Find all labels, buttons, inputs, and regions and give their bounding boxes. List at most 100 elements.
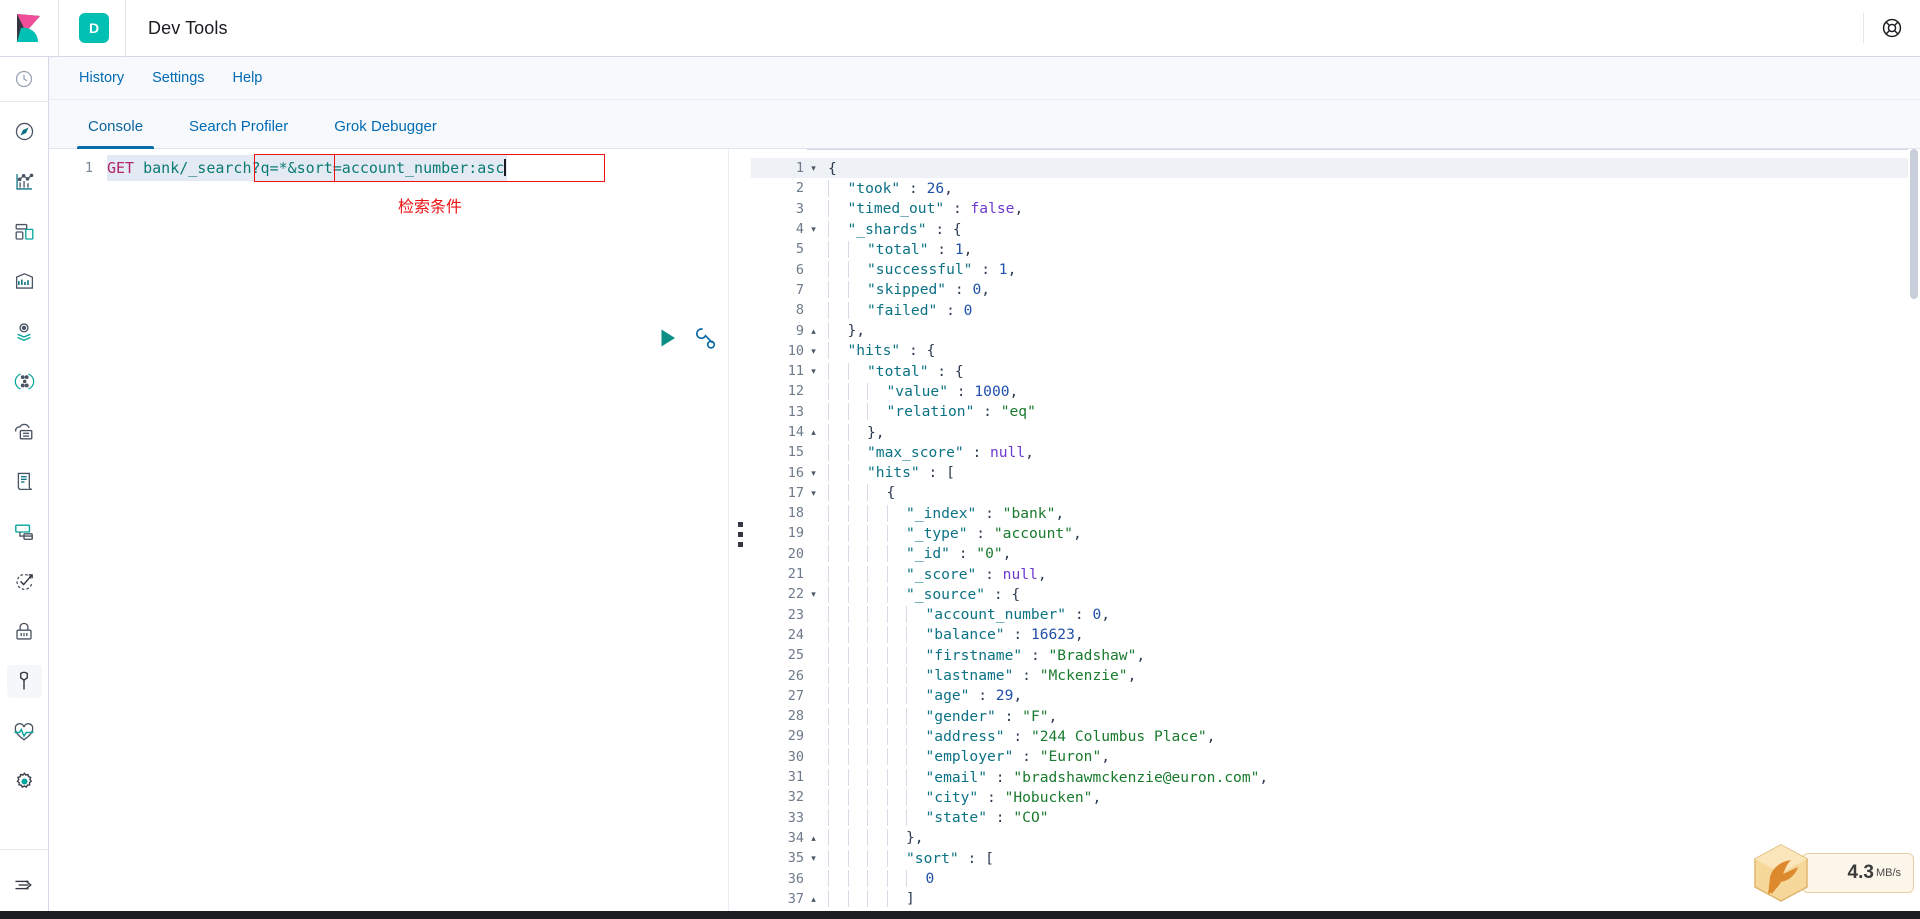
- indent-guide: [886, 849, 888, 867]
- sidebar-item-discover[interactable]: [0, 111, 49, 152]
- indent-guide: [867, 382, 868, 400]
- response-line: 5 "total" : 1,: [751, 239, 1920, 259]
- indent-guide: [847, 727, 849, 745]
- sidebar-item-monitoring[interactable]: [0, 711, 49, 752]
- sidebar-item-recently-viewed[interactable]: [0, 57, 49, 101]
- json-token: :: [948, 382, 975, 400]
- kibana-logo-icon: [17, 14, 40, 42]
- response-line-number: 23: [787, 606, 804, 623]
- response-line-number: 13: [787, 403, 804, 420]
- json-token: "address": [925, 727, 1005, 745]
- response-line: 32 "city" : "Hobucken",: [751, 787, 1920, 807]
- sidebar-item-dev-tools[interactable]: [0, 661, 49, 702]
- sidebar-item-management[interactable]: [0, 761, 49, 802]
- download-manager-widget[interactable]: 4.3 MB/s: [1746, 837, 1914, 907]
- send-request-play-button[interactable]: [657, 327, 679, 349]
- sidebar-item-logs[interactable]: [0, 461, 49, 502]
- json-token: :: [949, 545, 977, 563]
- indent-guide: [906, 809, 907, 827]
- fold-toggle-icon[interactable]: ▾: [807, 584, 820, 604]
- json-token: :: [972, 261, 999, 279]
- json-token: "value": [886, 382, 949, 400]
- kibana-logo[interactable]: [0, 0, 59, 57]
- sidebar-item-machine-learning[interactable]: [0, 411, 49, 452]
- indent-guide: [906, 646, 907, 664]
- fold-toggle-icon[interactable]: ▾: [807, 341, 820, 361]
- json-token: :: [1004, 727, 1031, 745]
- output-scrollbar[interactable]: [1908, 149, 1920, 919]
- heartbeat-icon: [14, 722, 34, 741]
- sidebar-item-canvas[interactable]: [0, 261, 49, 302]
- fold-toggle-icon[interactable]: ▴: [807, 828, 820, 848]
- sidebar-item-graph[interactable]: [0, 361, 49, 402]
- json-token: },: [906, 829, 924, 847]
- fold-toggle-icon[interactable]: ▾: [807, 848, 820, 868]
- menu-item-history[interactable]: History: [67, 70, 138, 86]
- sidebar-item-visualize[interactable]: [0, 161, 49, 202]
- tab-grok-debugger[interactable]: Grok Debugger: [323, 118, 448, 148]
- indent-guide: [886, 870, 888, 888]
- json-token: "Hobucken": [1004, 788, 1093, 806]
- json-token: "state": [925, 809, 988, 827]
- sidebar-item-infrastructure[interactable]: [0, 511, 49, 552]
- indent-guide: [828, 849, 829, 867]
- response-line: 35 ▾ "sort" : [: [751, 848, 1920, 868]
- fold-toggle-icon[interactable]: ▴: [807, 422, 820, 442]
- fold-toggle-icon[interactable]: ▴: [807, 889, 820, 909]
- response-line-number: 9: [795, 322, 804, 339]
- fold-toggle-icon[interactable]: ▾: [807, 361, 820, 381]
- json-token: "_index": [906, 504, 977, 522]
- json-token: "timed_out": [847, 200, 945, 218]
- fold-toggle-icon[interactable]: ▾: [807, 158, 820, 178]
- indent-guide: [828, 281, 829, 299]
- json-token: :: [1066, 606, 1093, 624]
- json-token: 0: [963, 301, 973, 319]
- sidebar-item-collapse[interactable]: [0, 864, 49, 905]
- output-scrollbar-thumb[interactable]: [1910, 149, 1918, 299]
- response-line: 12 "value" : 1000,: [751, 381, 1920, 401]
- sidebar-item-uptime[interactable]: [0, 561, 49, 602]
- sidebar-item-security[interactable]: [0, 611, 49, 652]
- indent-guide: [828, 362, 829, 380]
- sidebar-item-maps[interactable]: [0, 311, 49, 352]
- json-token: "email": [925, 768, 988, 786]
- indent-guide: [828, 707, 829, 725]
- indent-guide: [828, 382, 829, 400]
- infrastructure-icon: [15, 524, 33, 540]
- response-line-text: 0: [820, 870, 935, 888]
- indent-guide: [906, 748, 907, 766]
- pane-resizer-handle[interactable]: [729, 149, 751, 919]
- json-token: :: [1013, 667, 1040, 685]
- response-json-viewer[interactable]: 1 ▾{2 "took" : 26, 3 "timed_out" : false, 4 ▾ "…: [751, 149, 1920, 919]
- response-output-pane[interactable]: 1 ▾{2 "took" : 26, 3 "timed_out" : false, 4 ▾ "…: [751, 149, 1920, 919]
- download-speed-unit: MB/s: [1875, 867, 1901, 879]
- request-options-wrench-button[interactable]: [693, 327, 717, 349]
- json-token: "relation": [886, 403, 975, 421]
- response-line-text: },: [820, 322, 865, 340]
- main-content: History Settings Help Console Search Pro…: [49, 57, 1920, 919]
- indent-guide: [828, 829, 829, 847]
- indent-guide: [867, 403, 868, 421]
- menu-item-help[interactable]: Help: [219, 70, 277, 86]
- tab-search-profiler[interactable]: Search Profiler: [178, 118, 299, 148]
- json-token: 29: [995, 687, 1014, 705]
- response-line: 31 "email" : "bradshawmckenzie@euron.com"…: [751, 767, 1920, 787]
- indent-guide: [906, 606, 907, 624]
- json-token: ,: [1136, 646, 1146, 664]
- help-button[interactable]: [1864, 0, 1920, 57]
- indent-guide: [828, 727, 829, 745]
- json-token: "bradshawmckenzie@euron.com": [1013, 768, 1260, 786]
- json-token: "0": [976, 545, 1003, 563]
- fold-toggle-icon[interactable]: ▾: [807, 463, 820, 483]
- response-line-number: 24: [787, 626, 804, 643]
- menu-item-settings[interactable]: Settings: [138, 70, 218, 86]
- tab-console[interactable]: Console: [77, 118, 155, 149]
- annotation-box-query: [334, 154, 605, 182]
- indent-guide: [828, 687, 829, 705]
- fold-toggle-icon[interactable]: ▴: [807, 321, 820, 341]
- fold-toggle-icon[interactable]: ▾: [807, 483, 820, 503]
- json-token: 0: [925, 870, 935, 888]
- sidebar-item-dashboard[interactable]: [0, 211, 49, 252]
- request-editor-pane[interactable]: 1 GET bank/_search?q=*&sort=account_numb…: [49, 149, 729, 919]
- fold-toggle-icon[interactable]: ▾: [807, 219, 820, 239]
